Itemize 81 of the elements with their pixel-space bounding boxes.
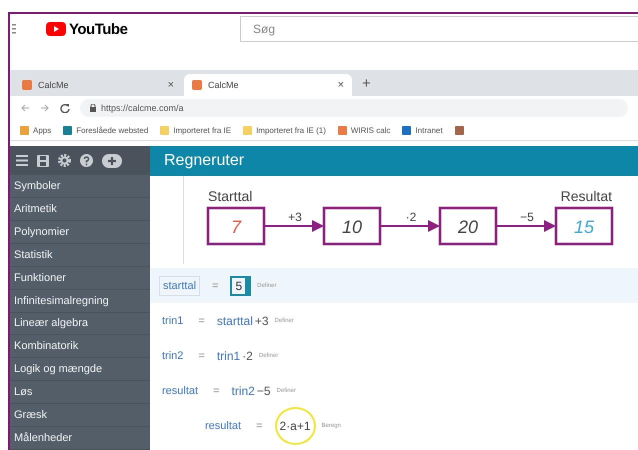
bookmark[interactable]: Importeret fra IE — [160, 126, 232, 134]
tab-title: CalcMe — [38, 80, 70, 90]
variable-name: resultat — [204, 418, 242, 434]
new-tab-button[interactable]: + — [362, 74, 371, 92]
category-item[interactable]: Statistik — [10, 244, 150, 267]
variable-name: resultat — [161, 384, 200, 398]
reload-icon[interactable] — [60, 103, 70, 113]
equals-sign: = — [212, 280, 218, 292]
tab-title: CalcMe — [208, 80, 240, 90]
start-label: Starttal — [208, 188, 252, 204]
end-label: Resultat — [560, 188, 612, 204]
arrow — [381, 220, 440, 232]
node-value: 20 — [458, 217, 478, 237]
variable-name: trin2 — [161, 348, 184, 364]
bookmark[interactable]: Apps — [20, 126, 52, 134]
folder-icon — [243, 126, 252, 134]
bookmark-icon — [338, 126, 347, 134]
address-bar[interactable]: https://calcme.com/a — [80, 99, 628, 117]
node-value: 10 — [342, 217, 362, 237]
bookmark-icon — [454, 126, 464, 134]
value-node — [322, 206, 382, 246]
value-input[interactable]: 5 — [230, 276, 252, 296]
category-item[interactable]: Infinitesimalregning — [10, 290, 150, 313]
node-value: 7 — [231, 217, 241, 237]
operation-label: ·2 — [406, 210, 416, 224]
category-item[interactable]: Græsk — [10, 404, 150, 428]
equals-sign: = — [256, 420, 263, 432]
settings-icon[interactable] — [58, 154, 71, 168]
operator-term: +3 — [254, 314, 269, 328]
category-item[interactable]: Målenheder — [10, 427, 150, 450]
menu-icon[interactable] — [16, 155, 28, 166]
category-item[interactable]: Lineær algebra — [10, 312, 150, 336]
category-item[interactable]: Logik og mængde — [10, 358, 150, 382]
category-item[interactable]: Aritmetik — [10, 198, 150, 221]
header-title: Regneruter — [164, 152, 244, 170]
browser-tab[interactable]: CalcMe × — [14, 74, 182, 96]
variable: trin2 — [232, 384, 255, 398]
node-value: 15 — [574, 217, 594, 237]
variable-name: trin1 — [161, 314, 184, 328]
variable: trin1 — [216, 348, 240, 362]
bookmark[interactable]: Intranet — [402, 126, 443, 134]
close-icon[interactable]: × — [338, 79, 344, 91]
save-icon[interactable] — [37, 154, 49, 167]
operator-term: ·2 — [242, 348, 253, 362]
browser-tab[interactable]: CalcMe × — [184, 74, 352, 96]
search-field[interactable]: Søg — [240, 16, 638, 42]
arrow — [265, 220, 324, 232]
value-node — [554, 206, 614, 246]
value-node — [438, 206, 498, 246]
favicon-icon — [22, 80, 32, 90]
category-item[interactable]: Symboler — [10, 175, 150, 198]
bookmark[interactable]: WIRIS calc — [338, 126, 390, 134]
url-text: https://calcme.com/a — [101, 103, 184, 113]
operation-label: +3 — [288, 210, 302, 224]
close-icon[interactable]: × — [168, 79, 174, 91]
favicon-icon — [192, 80, 202, 90]
equals-sign: = — [213, 384, 220, 396]
arrow — [497, 220, 556, 232]
operation-label: −5 — [520, 210, 534, 224]
add-icon[interactable] — [102, 154, 122, 168]
logo-text: YouTube — [69, 20, 128, 38]
variable-name: starttal — [159, 276, 200, 296]
menu-icon[interactable] — [12, 24, 16, 34]
category-item[interactable]: Kombinatorik — [10, 335, 150, 358]
lock-icon — [90, 104, 96, 112]
operator-term: −5 — [256, 384, 271, 398]
value-node — [206, 206, 266, 246]
folder-icon — [160, 126, 170, 134]
category-item[interactable]: Polynomier — [10, 220, 150, 244]
bookmark-icon — [20, 126, 29, 134]
bookmark-icon — [63, 126, 72, 134]
bookmark-icon — [402, 126, 412, 134]
play-logo-icon — [46, 22, 66, 36]
help-icon[interactable] — [80, 154, 93, 168]
equals-sign: = — [198, 350, 205, 362]
expression: 2·a+1 — [274, 406, 316, 444]
variable: starttal — [216, 314, 253, 328]
category-item[interactable]: Løs — [10, 381, 150, 404]
bookmark[interactable]: Importeret fra IE (1) — [243, 126, 326, 134]
equals-sign: = — [198, 314, 205, 326]
bookmark[interactable]: Foreslåede websted — [63, 126, 148, 134]
